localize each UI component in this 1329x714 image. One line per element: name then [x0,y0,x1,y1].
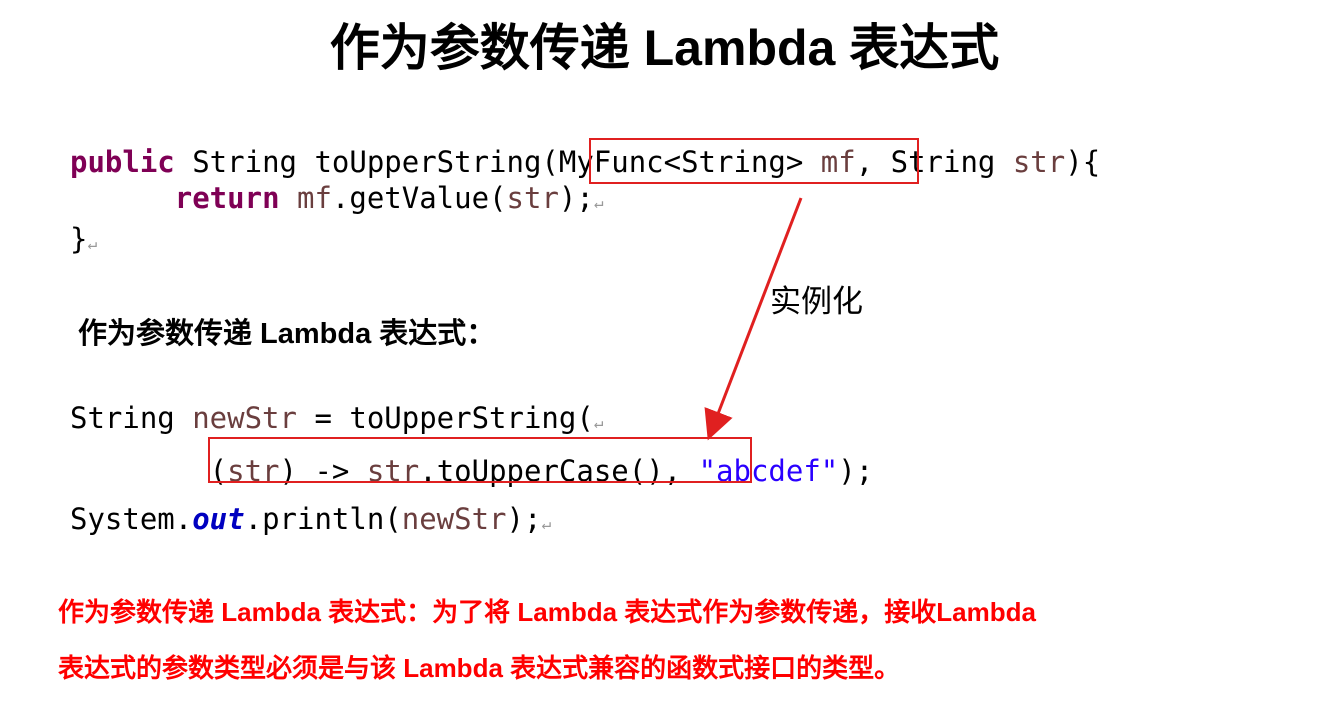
note-line-1: 作为参数传递 Lambda 表达式：为了将 Lambda 表达式作为参数传递，接… [58,597,1036,627]
note-line-2: 表达式的参数类型必须是与该 Lambda 表达式兼容的函数式接口的类型。 [58,653,901,683]
